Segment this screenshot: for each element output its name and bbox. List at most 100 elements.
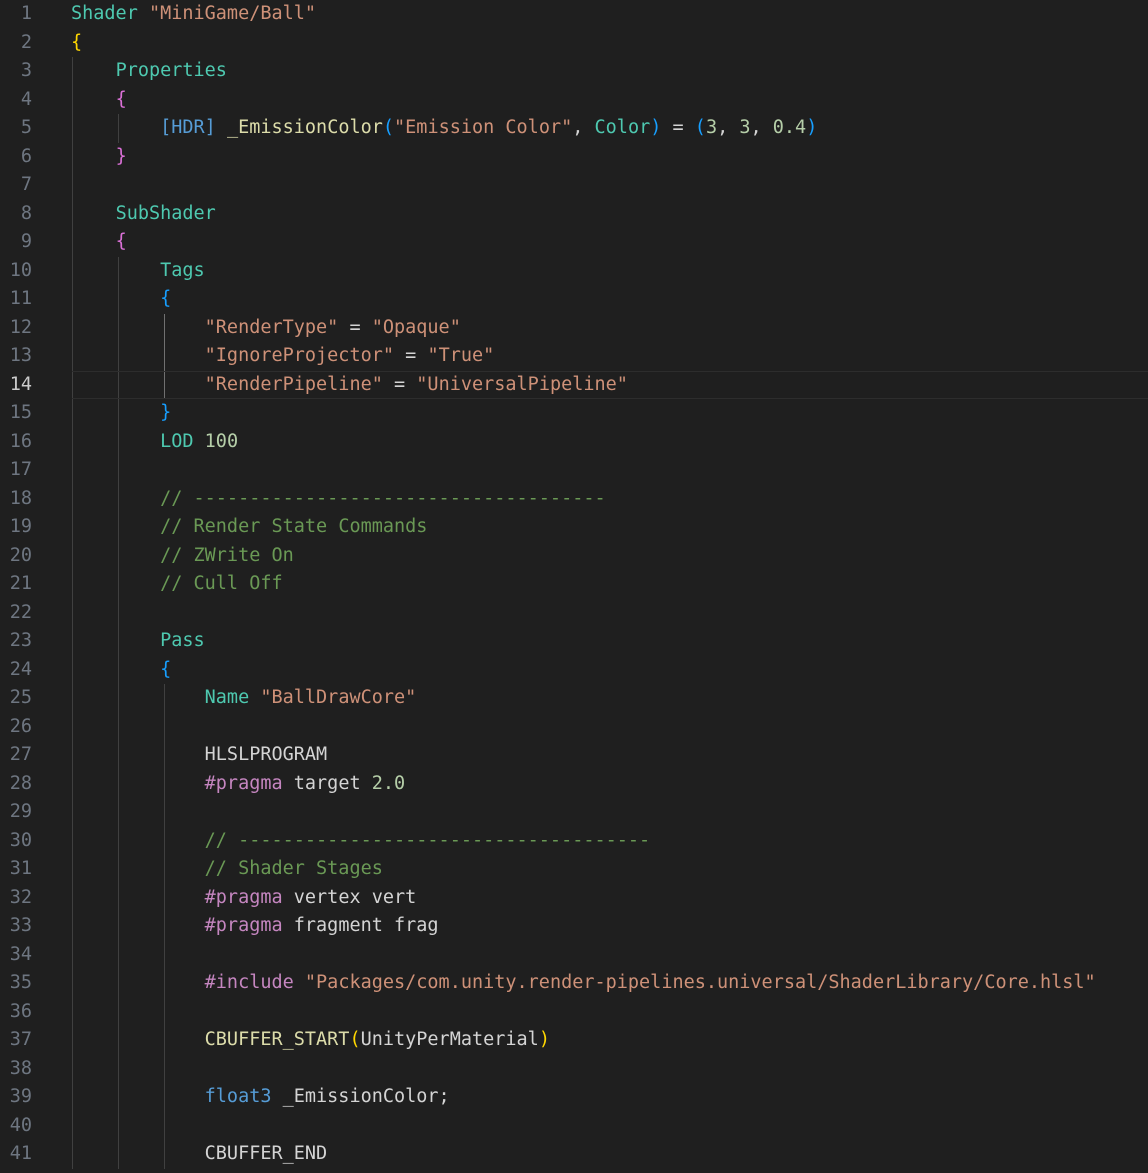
code-line[interactable]: 6 } [0,143,1148,172]
code-line[interactable]: 39 float3 _EmissionColor; [0,1083,1148,1112]
code-line[interactable]: 8 SubShader [0,200,1148,229]
line-content[interactable]: #pragma target 2.0 [71,770,406,799]
line-content[interactable]: { [71,86,127,115]
code-token: CBUFFER_END [204,1143,328,1164]
line-number: 36 [9,1000,32,1022]
line-content[interactable]: // Render State Commands [71,513,427,542]
code-line[interactable]: 27 HLSLPROGRAM [0,741,1148,770]
code-line[interactable]: 24 { [0,656,1148,685]
line-number: 39 [9,1086,32,1107]
line-content[interactable]: // ZWrite On [71,542,294,571]
code-line[interactable]: 32 #pragma vertex vert [0,884,1148,913]
line-content[interactable]: LOD 100 [71,428,238,457]
code-line[interactable]: 40 [0,1112,1148,1141]
line-content[interactable]: Properties [71,57,227,86]
line-content[interactable]: { [71,656,171,685]
code-line[interactable]: 15 } [0,399,1148,428]
line-content[interactable]: "RenderType" = "Opaque" [71,314,461,343]
line-content[interactable]: Pass [71,627,205,656]
code-line[interactable]: 33 #pragma fragment frag [0,912,1148,941]
line-content[interactable]: SubShader [71,200,216,229]
code-line[interactable]: 10 Tags [0,257,1148,286]
code-token: , [572,117,595,138]
line-content[interactable]: // Shader Stages [71,855,383,884]
line-content[interactable]: { [71,29,82,58]
code-line[interactable]: 16 LOD 100 [0,428,1148,457]
line-content[interactable]: #include "Packages/com.unity.render-pipe… [71,969,1096,998]
code-line[interactable]: 5 [HDR] _EmissionColor("Emission Color",… [0,114,1148,143]
code-line[interactable]: 25 Name "BallDrawCore" [0,684,1148,713]
code-editor[interactable]: 1 Shader "MiniGame/Ball" 2{3 Properties 4 {… [0,0,1148,1173]
code-token: 2.0 [371,772,406,794]
line-content[interactable]: } [71,143,127,172]
line-number: 26 [9,715,32,737]
code-line[interactable]: 21 // Cull Off [0,570,1148,599]
code-token: { [160,658,172,680]
line-content[interactable]: HLSLPROGRAM [71,741,328,770]
line-content[interactable]: "IgnoreProjector" = "True" [71,342,495,371]
code-line[interactable]: 31 // Shader Stages [0,855,1148,884]
line-content[interactable]: CBUFFER_END [71,1140,328,1169]
line-content[interactable]: Shader "MiniGame/Ball" [71,0,316,29]
code-line[interactable]: 14 "RenderPipeline" = "UniversalPipeline… [0,370,1148,400]
line-content[interactable]: #pragma fragment frag [71,912,439,941]
line-content[interactable]: // ------------------------------------- [71,485,606,514]
line-number: 12 [9,316,32,338]
code-line[interactable]: 20 // ZWrite On [0,542,1148,571]
line-number: 21 [9,573,32,594]
line-content[interactable]: } [71,399,171,428]
code-line[interactable]: 35 #include "Packages/com.unity.render-p… [0,969,1148,998]
code-line[interactable]: 38 [0,1055,1148,1084]
code-token: ( [382,117,395,138]
line-content[interactable]: #pragma vertex vert [71,884,417,913]
line-content[interactable]: Tags [71,257,205,286]
line-number: 33 [9,915,32,936]
line-number: 32 [9,886,32,908]
code-line[interactable]: 12 "RenderType" = "Opaque" [0,314,1148,343]
line-content[interactable]: [HDR] _EmissionColor("Emission Color", C… [71,114,817,143]
code-line[interactable]: 30 // ----------------------------------… [0,827,1148,856]
code-line[interactable]: 37 CBUFFER_START(UnityPerMaterial) [0,1026,1148,1055]
code-line[interactable]: 13 "IgnoreProjector" = "True" [0,342,1148,371]
line-content[interactable]: // ------------------------------------- [71,827,651,856]
code-line[interactable]: 23 Pass [0,627,1148,656]
code-token: ) [650,117,662,138]
code-line[interactable]: 2{ [0,29,1148,58]
code-line[interactable]: 19 // Render State Commands [0,513,1148,542]
code-line[interactable]: 28 #pragma target 2.0 [0,770,1148,799]
code-line[interactable]: 3 Properties [0,57,1148,86]
code-token: "Packages/com.unity.render-pipelines.uni… [304,972,1096,993]
code-line[interactable]: 1 Shader "MiniGame/Ball" [0,0,1148,29]
line-content[interactable]: float3 _EmissionColor; [71,1083,450,1112]
code-line[interactable]: 26 [0,713,1148,742]
code-line[interactable]: 41 CBUFFER_END [0,1140,1148,1169]
line-number: 13 [9,345,32,366]
line-number: 35 [9,972,32,993]
line-number: 23 [9,630,32,651]
line-content[interactable]: Name "BallDrawCore" [71,684,417,713]
code-line[interactable]: 36 [0,998,1148,1027]
code-line[interactable]: 18 // ----------------------------------… [0,485,1148,514]
code-line[interactable]: 4 { [0,86,1148,115]
line-content[interactable]: { [71,228,127,257]
line-content[interactable]: { [71,285,171,314]
code-line[interactable]: 9 { [0,228,1148,257]
code-line[interactable]: 22 [0,599,1148,628]
code-line[interactable]: 11 { [0,285,1148,314]
code-token: #pragma [204,886,283,908]
line-number: 10 [9,259,32,281]
line-content[interactable]: "RenderPipeline" = "UniversalPipeline" [71,371,628,400]
code-line[interactable]: 29 [0,798,1148,827]
code-token: { [71,31,83,53]
code-line[interactable]: 17 [0,456,1148,485]
code-line[interactable]: 34 [0,941,1148,970]
line-number: 19 [9,516,32,537]
line-content[interactable]: CBUFFER_START(UnityPerMaterial) [71,1026,550,1055]
code-line[interactable]: 7 [0,171,1148,200]
line-content[interactable]: // Cull Off [71,570,283,599]
